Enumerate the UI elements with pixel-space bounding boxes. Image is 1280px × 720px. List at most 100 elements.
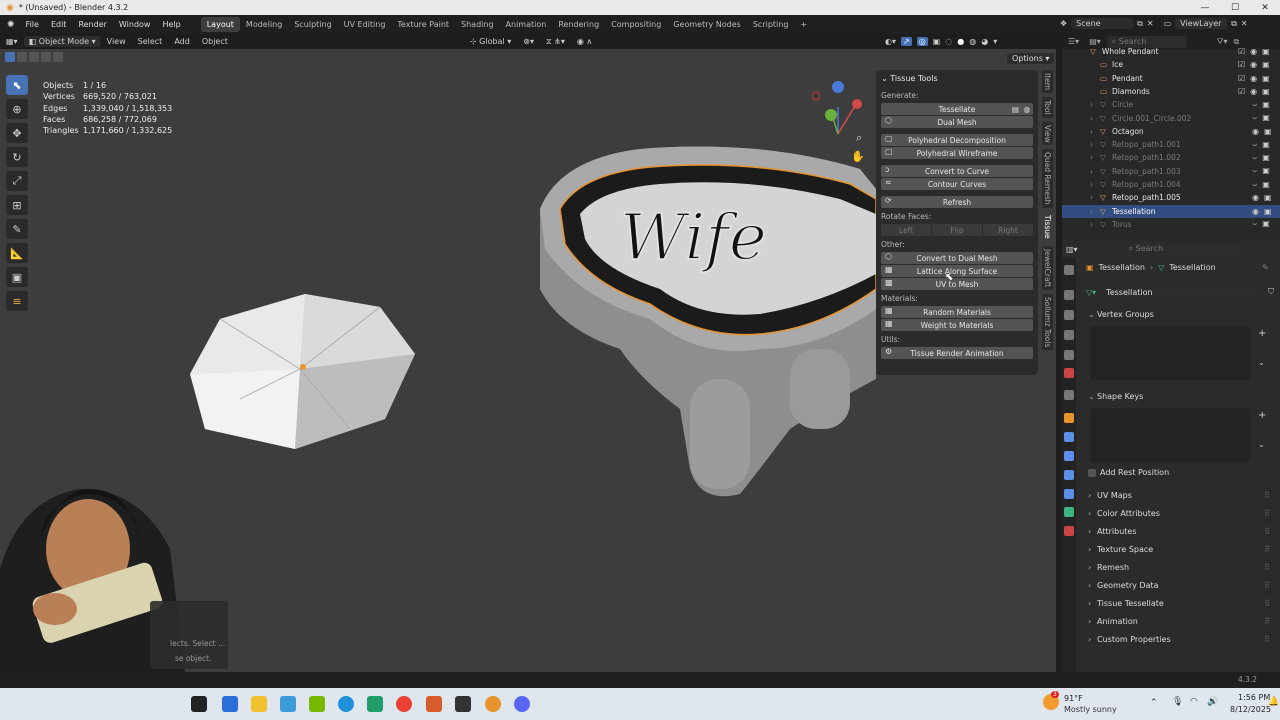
camera-icon[interactable]: ▣	[1264, 127, 1272, 136]
tessellate-extra-icon[interactable]: ▤	[1012, 105, 1019, 114]
outliner-row[interactable]: ▽ › Circle.001_Circle.002 ⌣ ▣	[1062, 112, 1280, 125]
measure-tool-icon[interactable]: 📐	[6, 243, 28, 263]
camera-icon[interactable]: ▣	[1262, 153, 1270, 163]
expand-chevron-icon[interactable]: ›	[1090, 140, 1093, 149]
tab-rendering[interactable]: Rendering	[552, 17, 605, 32]
exclude-checkbox[interactable]: ☑	[1238, 87, 1245, 96]
drag-handle-icon[interactable]: ⠿	[1264, 545, 1270, 554]
eye-icon[interactable]: ◉	[1252, 193, 1259, 202]
expand-chevron-icon[interactable]: ›	[1090, 100, 1093, 109]
tab-jewelcraft[interactable]: JewelCraft	[1042, 245, 1053, 290]
random-materials-button[interactable]: ▦ Random Materials	[881, 306, 1033, 318]
rotate-flip-button[interactable]: Flip	[932, 224, 982, 236]
outliner-row[interactable]: ▽ › Retopo_path1.005 ◉ ▣	[1062, 191, 1280, 204]
shading-wire-icon[interactable]: ◌	[945, 37, 952, 46]
delete-view-layer-icon[interactable]: ✕	[1241, 19, 1248, 28]
wifi-icon[interactable]: ◠	[1190, 697, 1198, 707]
outliner-row[interactable]: ▽ Whole Pendant ☑ ◉ ▣	[1062, 45, 1280, 58]
brave-icon[interactable]	[426, 696, 442, 712]
expand-chevron-icon[interactable]: ›	[1090, 127, 1093, 136]
widgets-icon[interactable]	[222, 696, 238, 712]
section-vertex-groups[interactable]: ⌄ Vertex Groups	[1088, 306, 1274, 322]
task-view-icon[interactable]	[191, 696, 207, 712]
property-section[interactable]: › Animation ⠿	[1088, 613, 1274, 629]
new-view-layer-icon[interactable]: ⧉	[1231, 19, 1237, 29]
mode-selector[interactable]: ◧ Object Mode ▾	[23, 36, 101, 47]
expand-chevron-icon[interactable]: ›	[1090, 153, 1093, 162]
material-props-icon[interactable]	[1064, 526, 1074, 536]
store-icon[interactable]	[280, 696, 296, 712]
exclude-checkbox[interactable]: ☑	[1238, 74, 1245, 83]
camera-icon[interactable]: ▣	[1262, 219, 1270, 229]
nvidia-icon[interactable]	[309, 696, 325, 712]
drag-handle-icon[interactable]: ⠿	[1264, 527, 1270, 536]
tab-sollumz-tools[interactable]: Sollumz Tools	[1042, 293, 1053, 350]
polyhedral-decomposition-button[interactable]: ▢ Polyhedral Decomposition	[881, 134, 1033, 146]
scene-props-icon[interactable]	[1064, 350, 1074, 360]
outliner-row[interactable]: ▽ › Torus ⌣ ▣	[1062, 218, 1280, 231]
world-props-icon[interactable]	[1064, 368, 1074, 378]
tab-layout[interactable]: Layout	[200, 17, 240, 32]
pin-icon[interactable]: ✎	[1262, 263, 1269, 272]
camera-icon[interactable]: ▣	[1262, 74, 1270, 83]
property-section[interactable]: › Color Attributes ⠿	[1088, 505, 1274, 521]
transform-tool-icon[interactable]: ⊞	[6, 195, 28, 215]
lattice-along-surface-button[interactable]: ▦ Lattice Along Surface	[881, 265, 1033, 277]
view-layer-selector[interactable]: ViewLayer	[1175, 18, 1228, 29]
blender-taskbar-icon[interactable]	[485, 696, 501, 712]
tab-compositing[interactable]: Compositing	[605, 17, 667, 32]
exclude-checkbox[interactable]: ☑	[1238, 60, 1245, 69]
eye-icon[interactable]: ◉	[1250, 60, 1257, 69]
tool-props-icon[interactable]	[1064, 265, 1074, 275]
polyhedral-wireframe-button[interactable]: ▢ Polyhedral Wireframe	[881, 147, 1033, 159]
property-section[interactable]: › Tissue Tessellate ⠿	[1088, 595, 1274, 611]
tessellate-globe-icon[interactable]: ◍	[1023, 105, 1030, 114]
gizmo-icon[interactable]: ↗	[901, 37, 912, 46]
outliner-row[interactable]: ▭ Ice ☑ ◉ ▣	[1062, 58, 1280, 71]
menu-add[interactable]: Add	[168, 37, 196, 46]
delete-scene-icon[interactable]: ✕	[1147, 19, 1154, 28]
outliner-row[interactable]: ▽ › Retopo_path1.001 ⌣ ▣	[1062, 138, 1280, 151]
camera-icon[interactable]: ▣	[1262, 166, 1270, 176]
shading-rendered-icon[interactable]: ◕	[981, 37, 988, 46]
menu-view[interactable]: View	[101, 37, 132, 46]
select-extend-icon[interactable]	[17, 52, 27, 62]
rotate-left-button[interactable]: Left	[881, 224, 931, 236]
notification-icon[interactable]: 🔔	[1268, 697, 1279, 707]
fake-user-icon[interactable]: ⛉	[1268, 287, 1274, 297]
physics-props-icon[interactable]	[1064, 470, 1074, 480]
overlay-icon[interactable]: ◎	[916, 37, 928, 46]
eye-icon[interactable]: ◉	[1252, 127, 1259, 136]
convert-to-curve-button[interactable]: ↄ Convert to Curve	[881, 165, 1033, 177]
menu-edit[interactable]: Edit	[45, 20, 73, 29]
collection-props-icon[interactable]	[1064, 390, 1074, 400]
options-dropdown[interactable]: Options ▾	[1007, 53, 1055, 64]
vertex-group-menu-icon[interactable]: ⌄	[1258, 358, 1265, 367]
shading-options-icon[interactable]: ▾	[993, 37, 997, 46]
drag-handle-icon[interactable]: ⠿	[1264, 581, 1270, 590]
expand-chevron-icon[interactable]: ›	[1090, 207, 1093, 216]
tab-tissue[interactable]: Tissue	[1042, 211, 1053, 242]
tab-geometry-nodes[interactable]: Geometry Nodes	[667, 17, 746, 32]
tab-quad-remesh[interactable]: Quad Remesh	[1042, 149, 1053, 208]
outliner-row[interactable]: ▭ Diamonds ☑ ◉ ▣	[1062, 85, 1280, 98]
discord-icon[interactable]	[514, 696, 530, 712]
menu-object[interactable]: Object	[196, 37, 234, 46]
drag-handle-icon[interactable]: ⠿	[1264, 599, 1270, 608]
refresh-button[interactable]: ⟳ Refresh	[881, 196, 1033, 208]
drag-handle-icon[interactable]: ⠿	[1264, 491, 1270, 500]
eye-icon[interactable]: ⌣	[1252, 140, 1257, 150]
expand-chevron-icon[interactable]: ›	[1090, 114, 1093, 123]
scene-selector[interactable]: Scene	[1071, 18, 1134, 29]
menu-file[interactable]: File	[20, 20, 45, 29]
proportional-edit-icon[interactable]: ◉ ∧	[571, 37, 598, 46]
vertex-groups-list[interactable]	[1090, 326, 1250, 380]
mesh-data-props-icon[interactable]	[1064, 507, 1074, 517]
add-shape-key-icon[interactable]: +	[1258, 410, 1266, 421]
camera-icon[interactable]: ▣	[1262, 47, 1270, 56]
jewelcraft-tool-icon[interactable]: ≡	[6, 291, 28, 311]
terminal-icon[interactable]	[455, 696, 471, 712]
editor-type-icon[interactable]: ▦▾	[0, 37, 24, 46]
eye-icon[interactable]: ⌣	[1252, 219, 1257, 229]
eye-icon[interactable]: ⌣	[1252, 100, 1257, 110]
